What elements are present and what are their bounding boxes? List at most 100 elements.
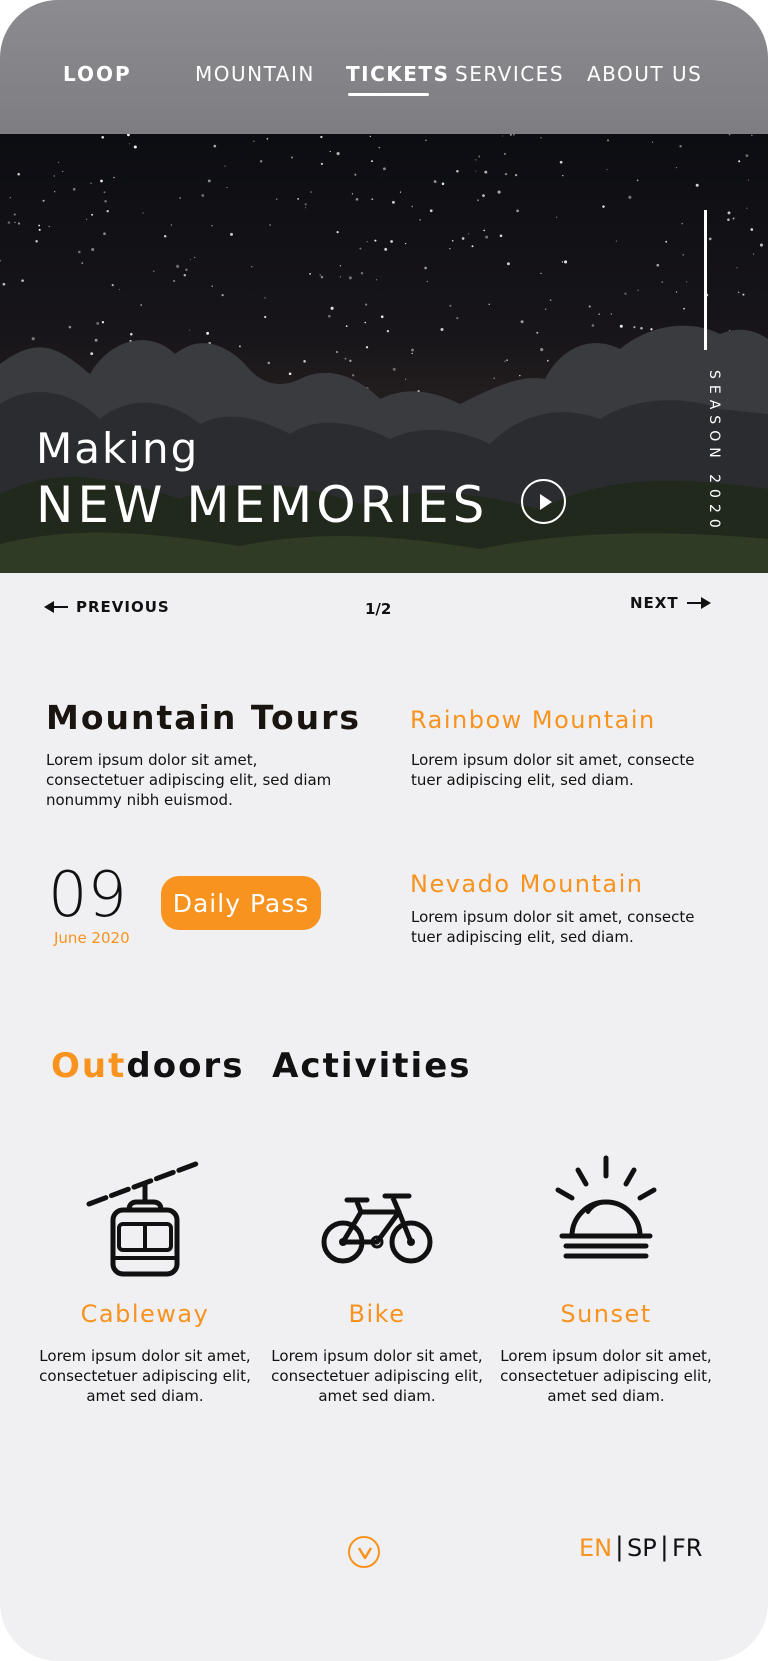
star xyxy=(172,279,176,283)
previous-button[interactable]: PREVIOUS xyxy=(44,598,170,616)
tour-title-nevado-mountain[interactable]: Nevado Mountain xyxy=(410,870,643,898)
nav-item-services[interactable]: SERVICES xyxy=(455,62,564,86)
star xyxy=(681,222,683,225)
star xyxy=(336,152,340,156)
star xyxy=(42,199,45,202)
star xyxy=(392,367,396,371)
star xyxy=(327,314,331,318)
star xyxy=(695,183,699,187)
star xyxy=(77,250,81,254)
star xyxy=(399,191,402,193)
star xyxy=(451,239,454,242)
star xyxy=(91,247,95,252)
star xyxy=(371,198,374,201)
brand-logo[interactable]: LOOP xyxy=(63,62,132,86)
star xyxy=(320,275,324,279)
star xyxy=(549,299,552,301)
star xyxy=(106,209,109,213)
star xyxy=(509,134,512,136)
star xyxy=(179,197,182,199)
next-label: NEXT xyxy=(630,594,679,612)
season-divider-line xyxy=(704,210,707,350)
activity-card-bike[interactable]: Bike Lorem ipsum dolor sit amet, consect… xyxy=(267,1150,487,1406)
star xyxy=(675,291,678,293)
star xyxy=(183,274,187,277)
language-en[interactable]: EN xyxy=(579,1534,612,1562)
star xyxy=(742,293,745,296)
star xyxy=(344,357,347,360)
star xyxy=(746,207,748,209)
star xyxy=(556,216,558,218)
star xyxy=(13,213,16,216)
section-title-outdoors-activities: Outdoors Activities xyxy=(51,1046,472,1086)
star xyxy=(425,139,427,142)
star xyxy=(752,253,755,255)
star xyxy=(747,179,750,181)
star xyxy=(91,213,94,216)
star xyxy=(2,282,6,286)
heading-rest: doors Activities xyxy=(126,1046,472,1086)
star xyxy=(411,352,413,355)
chevron-down-icon xyxy=(358,1547,372,1559)
tour-title-rainbow-mountain[interactable]: Rainbow Mountain xyxy=(410,706,656,734)
star xyxy=(104,199,107,203)
star xyxy=(339,276,341,278)
star xyxy=(471,245,474,248)
activity-title-bike: Bike xyxy=(348,1300,406,1328)
activity-title-sunset: Sunset xyxy=(560,1300,652,1328)
star xyxy=(366,241,368,243)
star xyxy=(188,329,191,331)
star xyxy=(441,182,445,186)
activity-card-cableway[interactable]: Cableway Lorem ipsum dolor sit amet, con… xyxy=(35,1150,255,1406)
star xyxy=(348,276,352,280)
star xyxy=(35,239,38,243)
star xyxy=(96,321,100,325)
star xyxy=(559,160,563,164)
star xyxy=(113,176,115,179)
star xyxy=(619,324,623,328)
star xyxy=(221,294,224,297)
star xyxy=(546,359,549,362)
scroll-down-button[interactable] xyxy=(348,1536,380,1568)
activity-card-sunset[interactable]: Sunset Lorem ipsum dolor sit amet, conse… xyxy=(496,1150,716,1406)
star xyxy=(264,297,266,299)
language-fr[interactable]: FR xyxy=(672,1534,702,1562)
play-video-button[interactable] xyxy=(521,479,566,524)
star xyxy=(424,266,427,270)
star xyxy=(615,240,617,242)
star xyxy=(637,289,639,291)
star xyxy=(378,146,381,149)
cable-car-icon xyxy=(86,1159,204,1277)
star xyxy=(31,337,35,341)
star xyxy=(226,186,228,188)
star xyxy=(540,272,542,275)
star xyxy=(433,180,437,184)
star xyxy=(0,259,2,262)
star xyxy=(651,141,654,143)
heading-accent: Out xyxy=(51,1046,127,1086)
daily-pass-button[interactable]: Daily Pass xyxy=(161,876,321,930)
nav-item-mountain[interactable]: MOUNTAIN xyxy=(195,62,315,86)
star xyxy=(213,144,217,148)
star xyxy=(708,237,712,241)
star xyxy=(728,134,731,136)
star xyxy=(163,235,167,238)
nav-item-about-us[interactable]: ABOUT US xyxy=(587,62,702,86)
star xyxy=(211,224,213,227)
star xyxy=(14,221,16,224)
tour-description-rainbow-mountain: Lorem ipsum dolor sit amet, consecte tue… xyxy=(411,751,695,789)
nav-item-tickets[interactable]: TICKETS xyxy=(346,62,449,86)
next-button[interactable]: NEXT xyxy=(630,594,711,612)
star xyxy=(759,243,764,247)
star xyxy=(118,288,120,291)
star xyxy=(351,193,354,195)
star xyxy=(90,352,94,356)
star xyxy=(238,345,241,348)
star xyxy=(21,279,24,282)
star xyxy=(426,280,428,283)
language-separator: | xyxy=(615,1532,624,1562)
language-sp[interactable]: SP xyxy=(627,1534,657,1562)
star xyxy=(477,199,479,202)
star xyxy=(359,247,362,250)
star xyxy=(90,182,92,185)
